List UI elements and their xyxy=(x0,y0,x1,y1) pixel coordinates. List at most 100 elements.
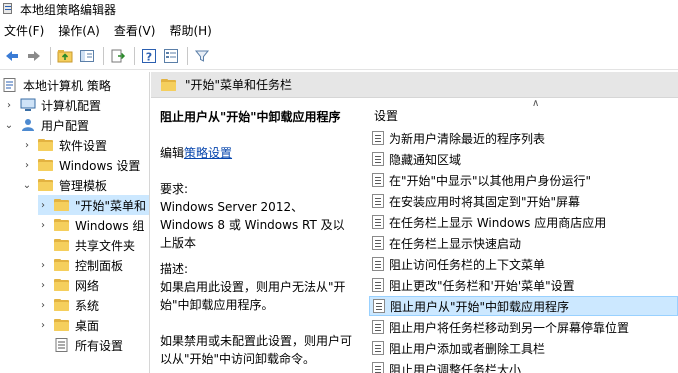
setting-row[interactable]: 在任务栏上显示快速启动 xyxy=(369,233,678,253)
chevron-right-icon[interactable]: › xyxy=(22,160,32,171)
folder-icon xyxy=(54,219,70,231)
folder-icon xyxy=(54,199,70,211)
title-bar: 本地组策略编辑器 xyxy=(0,0,678,18)
setting-label: 阻止用户从"开始"中卸载应用程序 xyxy=(390,299,570,314)
policy-setting-icon xyxy=(372,215,384,229)
tree-item-shared-folders[interactable]: 共享文件夹 xyxy=(54,235,135,255)
column-header-label: 设置 xyxy=(374,109,399,123)
setting-row[interactable]: 在安装应用时将其固定到"开始"屏幕 xyxy=(369,191,678,211)
policy-setting-icon xyxy=(372,278,384,292)
tree-item-system[interactable]: › 系统 xyxy=(38,295,99,315)
edit-prefix: 编辑 xyxy=(160,146,185,160)
help-icon[interactable]: ? xyxy=(139,46,159,66)
export-icon[interactable] xyxy=(108,46,128,66)
tree-label: 系统 xyxy=(75,298,100,313)
setting-row[interactable]: 阻止用户添加或者删除工具栏 xyxy=(369,338,678,358)
policy-setting-icon xyxy=(372,362,384,373)
tree-item-local-computer-policy[interactable]: 本地计算机 策略 xyxy=(2,75,111,95)
menu-file[interactable]: 文件(F) xyxy=(4,22,58,39)
tree-label: 本地计算机 策略 xyxy=(23,78,111,93)
policy-document-icon xyxy=(2,78,18,92)
chevron-right-icon[interactable]: › xyxy=(38,320,48,331)
policy-setting-icon xyxy=(372,131,384,145)
setting-row[interactable]: 阻止更改"任务栏和'开始'菜单"设置 xyxy=(369,275,678,295)
setting-row[interactable]: 阻止用户将任务栏移动到另一个屏幕停靠位置 xyxy=(369,317,678,337)
policy-setting-icon xyxy=(373,299,385,313)
setting-label: 阻止访问任务栏的上下文菜单 xyxy=(389,257,546,272)
tree-item-software-settings[interactable]: › 软件设置 xyxy=(22,135,107,155)
menu-help[interactable]: 帮助(H) xyxy=(169,22,225,39)
setting-row[interactable]: 隐藏通知区域 xyxy=(369,149,678,169)
column-header-settings[interactable]: 设置 xyxy=(365,98,678,128)
tree-item-desktop[interactable]: › 桌面 xyxy=(38,315,99,335)
settings-list-icon xyxy=(54,338,70,352)
toolbar: ? xyxy=(0,42,678,70)
edit-policy-link[interactable]: 策略设置 xyxy=(184,146,232,160)
toolbar-separator xyxy=(187,46,188,65)
tree-item-start-menu-taskbar[interactable]: › "开始"菜单和 xyxy=(38,195,149,215)
chevron-right-icon[interactable]: › xyxy=(22,140,32,151)
tree-item-computer-config[interactable]: › 计算机配置 xyxy=(4,95,101,115)
details-panel: "开始"菜单和任务栏 阻止用户从"开始"中卸载应用程序 编辑策略设置 要求: W… xyxy=(151,72,678,373)
chevron-right-icon[interactable]: › xyxy=(38,280,48,291)
up-folder-icon[interactable] xyxy=(55,46,75,66)
tree-label: 用户配置 xyxy=(41,118,90,133)
tree-label: 控制面板 xyxy=(75,258,124,273)
tree-item-network[interactable]: › 网络 xyxy=(38,275,99,295)
setting-row[interactable]: 在任务栏上显示 Windows 应用商店应用 xyxy=(369,212,678,232)
folder-icon xyxy=(54,319,70,331)
setting-label: 隐藏通知区域 xyxy=(389,152,462,167)
setting-label: 在安装应用时将其固定到"开始"屏幕 xyxy=(389,194,581,209)
properties-icon[interactable] xyxy=(161,46,181,66)
chevron-right-icon[interactable]: › xyxy=(38,200,48,211)
setting-label: 阻止用户将任务栏移动到另一个屏幕停靠位置 xyxy=(389,320,630,335)
chevron-right-icon[interactable]: › xyxy=(38,220,48,231)
chevron-down-icon[interactable]: ⌄ xyxy=(22,180,32,191)
tree-item-control-panel[interactable]: › 控制面板 xyxy=(38,255,123,275)
window-title: 本地组策略编辑器 xyxy=(20,2,117,17)
forward-icon[interactable] xyxy=(24,46,44,66)
tree-label: Windows 组 xyxy=(75,218,145,233)
tree-item-user-config[interactable]: ⌄ 用户配置 xyxy=(4,115,89,135)
show-hide-tree-icon[interactable] xyxy=(77,46,97,66)
folder-icon xyxy=(54,259,70,271)
tree-label: 计算机配置 xyxy=(41,98,102,113)
tree-item-windows-components[interactable]: › Windows 组 xyxy=(38,215,144,235)
tree-label: 共享文件夹 xyxy=(75,238,136,253)
tree-item-all-settings[interactable]: 所有设置 xyxy=(54,335,123,355)
filter-icon[interactable] xyxy=(192,46,212,66)
menu-action[interactable]: 操作(A) xyxy=(58,22,114,39)
setting-row[interactable]: 阻止用户从"开始"中卸载应用程序 xyxy=(369,296,678,316)
policy-setting-icon xyxy=(372,194,384,208)
requirements-label: 要求: xyxy=(160,182,189,196)
folder-icon xyxy=(54,299,70,311)
description-pane: 阻止用户从"开始"中卸载应用程序 编辑策略设置 要求: Windows Serv… xyxy=(151,98,364,373)
tree-label: 软件设置 xyxy=(59,138,108,153)
setting-row[interactable]: 阻止用户调整任务栏大小 xyxy=(369,359,678,373)
policy-title: 阻止用户从"开始"中卸载应用程序 xyxy=(160,110,341,124)
policy-setting-icon xyxy=(372,152,384,166)
setting-label: 阻止用户调整任务栏大小 xyxy=(389,362,522,373)
chevron-right-icon[interactable]: › xyxy=(4,100,14,111)
tree-item-windows-settings[interactable]: › Windows 设置 xyxy=(22,155,140,175)
setting-row[interactable]: 阻止访问任务栏的上下文菜单 xyxy=(369,254,678,274)
setting-row[interactable]: 在"开始"中显示"以其他用户身份运行" xyxy=(369,170,678,190)
chevron-down-icon[interactable]: ⌄ xyxy=(4,120,14,131)
tree-item-admin-templates[interactable]: ⌄ 管理模板 xyxy=(22,175,107,195)
chevron-right-icon[interactable]: › xyxy=(38,300,48,311)
tree-label: 管理模板 xyxy=(59,178,108,193)
tree-label: Windows 设置 xyxy=(59,158,141,173)
folder-icon xyxy=(38,139,54,151)
edit-policy-line: 编辑策略设置 xyxy=(160,144,356,162)
chevron-right-icon[interactable]: › xyxy=(38,260,48,271)
tree-label: 网络 xyxy=(75,278,100,293)
back-icon[interactable] xyxy=(2,46,22,66)
policy-setting-icon xyxy=(372,236,384,250)
folder-icon xyxy=(54,239,70,251)
description-text-2: 如果禁用或未配置此设置，则用户可以从"开始"中访问卸载命令。 xyxy=(160,334,353,366)
toolbar-separator xyxy=(134,46,135,65)
folder-icon xyxy=(38,179,54,191)
menu-view[interactable]: 查看(V) xyxy=(114,22,170,39)
description-label: 描述: xyxy=(160,262,189,276)
setting-row[interactable]: 为新用户清除最近的程序列表 xyxy=(369,128,678,148)
